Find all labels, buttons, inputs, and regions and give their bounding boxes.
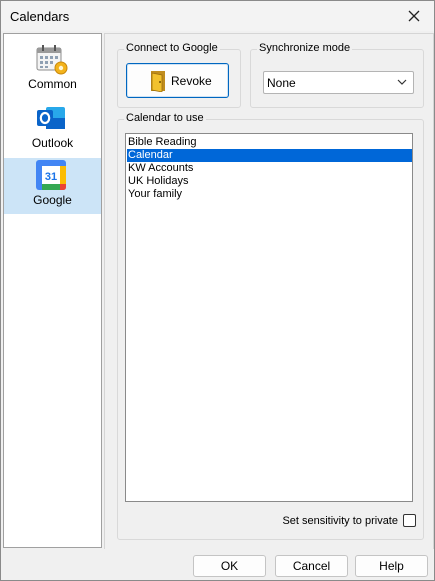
sensitivity-label: Set sensitivity to private xyxy=(282,515,398,527)
close-icon xyxy=(408,10,420,22)
ok-button[interactable]: OK xyxy=(193,555,266,577)
calendar-listbox[interactable]: Bible Reading Calendar KW Accounts UK Ho… xyxy=(125,133,413,502)
sync-group-label: Synchronize mode xyxy=(257,42,353,54)
sidebar-item-label: Outlook xyxy=(31,136,74,150)
connect-group-label: Connect to Google xyxy=(124,42,220,54)
calendar-group-label: Calendar to use xyxy=(124,112,206,124)
category-sidebar: Common Outlook 31 Google xyxy=(3,33,102,548)
sidebar-item-common[interactable]: Common xyxy=(4,42,101,98)
sync-mode-value: None xyxy=(267,76,296,90)
revoke-label: Revoke xyxy=(171,74,212,88)
sync-group: Synchronize mode None xyxy=(250,42,424,108)
sidebar-item-label: Common xyxy=(28,77,77,91)
list-item[interactable]: Bible Reading xyxy=(127,136,412,149)
cancel-button[interactable]: Cancel xyxy=(275,555,348,577)
calendar-group: Calendar to use Bible Reading Calendar K… xyxy=(117,112,424,540)
sync-mode-select[interactable]: None xyxy=(263,71,414,94)
sidebar-item-google[interactable]: 31 Google xyxy=(4,158,101,214)
list-item[interactable]: UK Holidays xyxy=(127,175,412,188)
chevron-down-icon xyxy=(397,79,407,85)
outlook-icon xyxy=(37,107,65,129)
list-item[interactable]: Your family xyxy=(127,188,412,201)
connect-group: Connect to Google Revoke xyxy=(117,42,241,108)
sidebar-item-outlook[interactable]: Outlook xyxy=(4,101,101,157)
dialog-footer: OK Cancel Help xyxy=(1,549,434,580)
calendars-dialog: Calendars Common Outlook 31 Google Conne… xyxy=(0,0,435,581)
list-item-selected[interactable]: Calendar xyxy=(127,149,412,162)
settings-panel: Connect to Google Revoke Synchronize mod… xyxy=(104,33,434,550)
window-title: Calendars xyxy=(10,9,70,24)
svg-text:31: 31 xyxy=(45,171,57,183)
calendar-settings-icon xyxy=(36,45,68,75)
list-item[interactable]: KW Accounts xyxy=(127,162,412,175)
help-button[interactable]: Help xyxy=(355,555,428,577)
revoke-button[interactable]: Revoke xyxy=(126,63,229,98)
google-calendar-icon: 31 xyxy=(36,160,66,190)
sidebar-item-label: Google xyxy=(33,193,72,207)
title-bar: Calendars xyxy=(1,1,434,31)
sensitivity-checkbox[interactable] xyxy=(403,514,416,527)
close-button[interactable] xyxy=(394,1,434,31)
door-icon xyxy=(151,71,165,92)
